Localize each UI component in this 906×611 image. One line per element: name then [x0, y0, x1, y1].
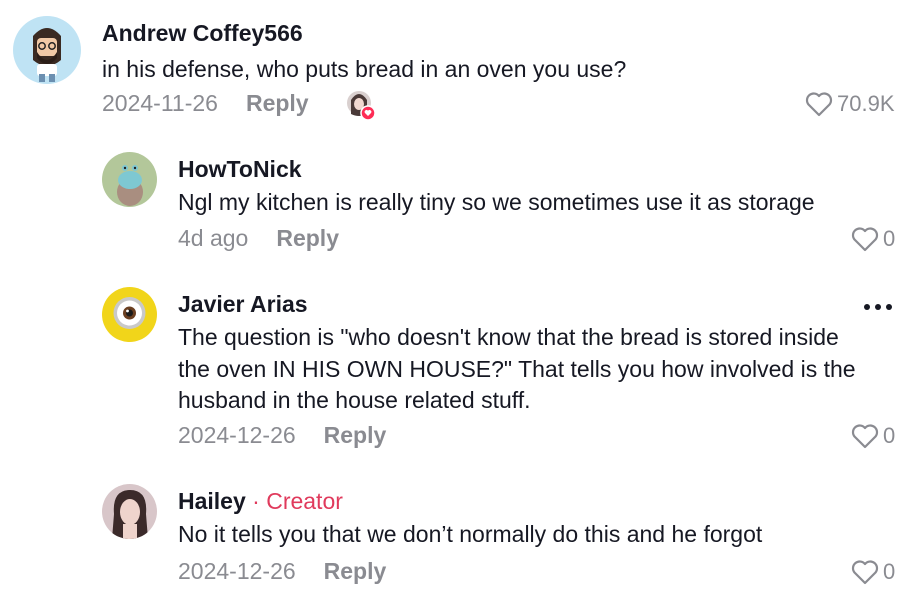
comment-date: 2024-12-26	[178, 558, 296, 584]
username-text[interactable]: Hailey	[178, 488, 246, 514]
comment-date: 2024-11-26	[102, 90, 218, 116]
like-count: 0	[883, 423, 896, 448]
comment-meta: 2024-11-26 Reply	[102, 90, 309, 117]
reply-button[interactable]: Reply	[324, 422, 387, 448]
like-count: 0	[883, 226, 896, 251]
comment-date: 2024-12-26	[178, 422, 296, 448]
heart-icon	[804, 90, 834, 118]
reply-button[interactable]: Reply	[324, 558, 387, 584]
avatar[interactable]	[102, 287, 157, 342]
comment-username[interactable]: Hailey · Creator	[178, 488, 343, 515]
comment-username[interactable]: Javier Arias	[178, 291, 308, 318]
creator-liked-avatar	[346, 90, 376, 121]
comment-meta: 4d ago Reply	[178, 225, 339, 252]
avatar[interactable]	[13, 16, 81, 84]
more-options-button[interactable]	[864, 304, 892, 310]
avatar[interactable]	[102, 484, 157, 539]
reply-button[interactable]: Reply	[246, 90, 309, 116]
comment-meta: 2024-12-26 Reply	[178, 422, 386, 449]
heart-icon	[850, 225, 880, 253]
comment-text: The question is "who doesn't know that t…	[178, 324, 856, 413]
like-button[interactable]: 70.9K	[804, 90, 895, 118]
heart-icon	[850, 558, 880, 586]
like-button[interactable]: 0	[850, 422, 895, 450]
comment-text: No it tells you that we don’t normally d…	[178, 521, 763, 547]
comment-text: in his defense, who puts bread in an ove…	[102, 56, 627, 82]
comment-date: 4d ago	[178, 225, 249, 251]
creator-badge: · Creator	[245, 488, 343, 514]
comment-username[interactable]: HowToNick	[178, 156, 302, 183]
avatar[interactable]	[102, 152, 157, 207]
comment-meta: 2024-12-26 Reply	[178, 558, 386, 585]
like-count: 0	[883, 559, 896, 584]
like-button[interactable]: 0	[850, 558, 895, 586]
like-button[interactable]: 0	[850, 225, 895, 253]
like-count: 70.9K	[837, 91, 895, 116]
comment-username[interactable]: Andrew Coffey566	[102, 20, 303, 47]
comment-text: Ngl my kitchen is really tiny so we some…	[178, 189, 815, 215]
heart-icon	[850, 422, 880, 450]
reply-button[interactable]: Reply	[276, 225, 339, 251]
